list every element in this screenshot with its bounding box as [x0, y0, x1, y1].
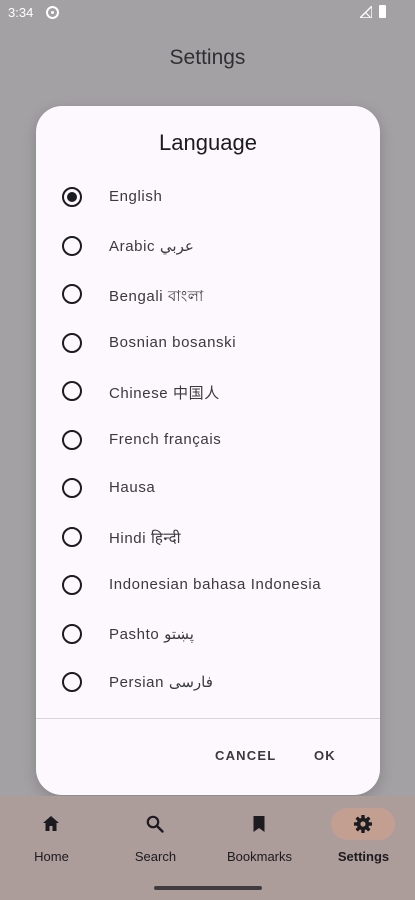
language-option-label: Hindi हिन्दी: [109, 529, 182, 547]
gear-icon: [354, 815, 372, 833]
language-option-persian[interactable]: Persian فارسی: [36, 658, 380, 706]
language-option-label: Bosnian bosanski: [109, 333, 237, 351]
nav-item-bookmarks[interactable]: Bookmarks: [208, 796, 311, 876]
language-option-hindi[interactable]: Hindi हिन्दी: [36, 513, 380, 561]
signal-icon: [360, 6, 372, 18]
status-time: 3:34: [8, 5, 34, 20]
language-option-label: Hausa: [109, 479, 156, 496]
language-option-french[interactable]: French français: [36, 416, 380, 464]
nav-label: Search: [134, 849, 177, 864]
dialog-divider: [36, 718, 380, 719]
radio-button[interactable]: [62, 381, 82, 401]
radio-button[interactable]: [62, 429, 82, 450]
language-option-label: Indonesian bahasa Indonesia: [109, 576, 322, 593]
language-option-pashto[interactable]: Pashto پښتو: [36, 610, 380, 658]
radio-button[interactable]: [62, 575, 82, 595]
ok-button[interactable]: OK: [308, 740, 342, 771]
app-notification-icon: [46, 6, 59, 19]
nav-item-home[interactable]: Home: [0, 796, 103, 876]
home-icon: [43, 816, 59, 831]
radio-button[interactable]: [62, 623, 82, 644]
language-option-arabic[interactable]: Arabic عربي: [36, 222, 380, 270]
language-option-label: Pashto پښتو: [109, 625, 194, 643]
language-option-hausa[interactable]: Hausa: [36, 464, 380, 512]
gesture-navigation-bar[interactable]: [154, 886, 262, 890]
nav-label: Bookmarks: [226, 849, 293, 864]
language-option-label: Bengali বাংলা: [109, 288, 204, 305]
language-option-bosnian[interactable]: Bosnian bosanski: [36, 319, 380, 367]
radio-button[interactable]: [62, 672, 82, 692]
language-option-english[interactable]: English: [36, 173, 380, 221]
radio-button[interactable]: [62, 526, 82, 547]
language-option-label: Arabic عربي: [109, 237, 194, 255]
nav-item-settings[interactable]: Settings: [312, 796, 415, 876]
radio-button-selected[interactable]: [62, 187, 82, 207]
radio-button[interactable]: [62, 235, 82, 256]
dialog-title: Language: [159, 130, 257, 155]
radio-button[interactable]: [62, 332, 82, 353]
bottom-navigation-bar: Home Search Bookmarks Settings: [0, 796, 415, 900]
nav-item-search[interactable]: Search: [104, 796, 207, 876]
nav-label: Settings: [337, 849, 390, 864]
language-option-chinese[interactable]: Chinese 中国人: [36, 367, 380, 415]
language-option-bengali[interactable]: Bengali বাংলা: [36, 270, 380, 318]
cancel-button[interactable]: CANCEL: [209, 740, 282, 771]
language-option-label: Chinese 中国人: [109, 385, 220, 402]
bookmark-icon: [253, 816, 265, 832]
page-title: Settings: [169, 46, 246, 69]
nav-label: Home: [34, 849, 69, 864]
search-icon: [146, 815, 164, 833]
language-option-indonesian[interactable]: Indonesian bahasa Indonesia: [36, 561, 380, 609]
status-bar: 3:34: [0, 0, 415, 26]
language-dialog: Language English Arabic عربي Bengali বাং…: [36, 106, 380, 795]
language-option-label: French français: [109, 430, 222, 448]
language-option-label: English: [109, 188, 163, 205]
battery-icon: [379, 5, 386, 18]
language-option-label: Persian فارسی: [109, 674, 213, 691]
radio-button[interactable]: [62, 284, 82, 304]
radio-button[interactable]: [62, 478, 82, 498]
